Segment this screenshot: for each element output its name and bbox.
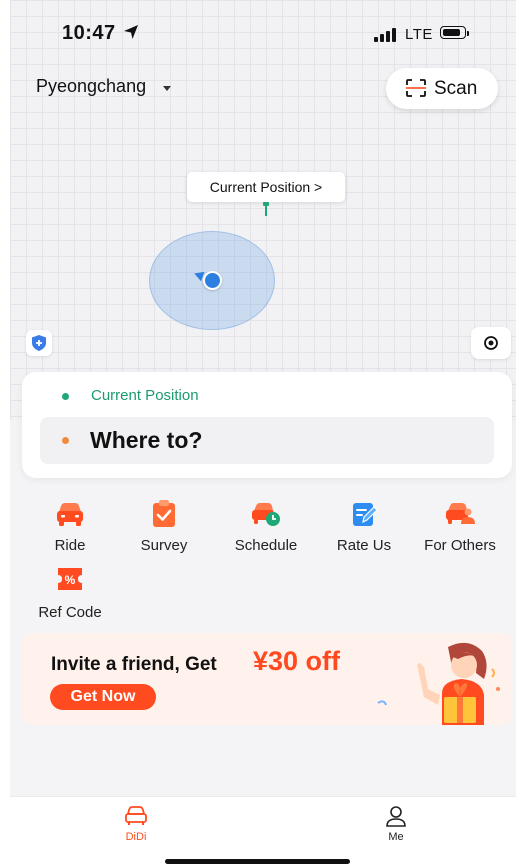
battery-icon bbox=[440, 26, 466, 39]
shield-icon bbox=[32, 335, 46, 351]
target-icon bbox=[484, 336, 498, 350]
service-label: Survey bbox=[140, 537, 188, 554]
service-label: Rate Us bbox=[336, 537, 392, 554]
service-label: Ref Code bbox=[38, 604, 102, 621]
woman-gift-illustration bbox=[377, 642, 500, 725]
service-schedule[interactable]: Schedule bbox=[218, 500, 314, 560]
scan-label: Scan bbox=[434, 78, 478, 99]
locate-me-button[interactable] bbox=[471, 327, 511, 359]
pickup-pin-icon bbox=[263, 202, 269, 216]
current-position-bubble[interactable]: Current Position > bbox=[187, 172, 345, 202]
car-clock-icon bbox=[252, 503, 280, 526]
destination-dot bbox=[62, 437, 69, 444]
status-time: 10:47 bbox=[62, 22, 116, 44]
car-icon bbox=[57, 503, 83, 526]
bottom-tab-bar: DiDi Me bbox=[10, 796, 516, 865]
service-label: Ride bbox=[54, 537, 86, 554]
service-for-others[interactable]: For Others bbox=[412, 500, 508, 560]
service-ride[interactable]: Ride bbox=[22, 500, 118, 560]
pencil-note-icon bbox=[353, 503, 378, 526]
network-type: LTE bbox=[405, 26, 433, 43]
car-icon bbox=[125, 806, 147, 825]
signal-icon bbox=[374, 26, 402, 42]
clipboard-check-icon bbox=[153, 500, 175, 527]
service-label: For Others bbox=[424, 537, 496, 554]
scan-button[interactable]: Scan bbox=[386, 68, 498, 109]
app-screen: 10:47 LTE Pyeongchang Scan Current Posit… bbox=[10, 0, 516, 865]
services-grid: Ride Survey Schedule Rate Us For Others … bbox=[10, 500, 516, 630]
user-location-dot bbox=[203, 271, 222, 290]
person-icon bbox=[386, 806, 406, 827]
tab-label: DiDi bbox=[125, 831, 147, 843]
city-selector[interactable]: Pyeongchang bbox=[36, 76, 146, 97]
status-bar: 10:47 LTE bbox=[10, 0, 516, 60]
get-now-button[interactable]: Get Now bbox=[50, 684, 156, 710]
service-label: Schedule bbox=[234, 537, 298, 554]
svg-text:%: % bbox=[65, 573, 76, 587]
service-survey[interactable]: Survey bbox=[116, 500, 212, 560]
service-rate-us[interactable]: Rate Us bbox=[316, 500, 412, 560]
destination-placeholder: Where to? bbox=[90, 427, 203, 453]
pickup-dot bbox=[62, 393, 69, 400]
banner-text: Invite a friend, Get bbox=[51, 654, 217, 675]
scan-icon bbox=[406, 79, 426, 97]
home-indicator bbox=[165, 859, 350, 864]
safety-button[interactable] bbox=[26, 330, 52, 356]
banner-amount: ¥30 off bbox=[253, 646, 341, 676]
invite-banner[interactable]: Invite a friend, Get ¥30 off Get Now bbox=[22, 633, 512, 725]
chevron-down-icon[interactable] bbox=[163, 86, 171, 91]
pickup-field[interactable]: Current Position bbox=[91, 387, 199, 404]
service-ref-code[interactable]: % Ref Code bbox=[22, 566, 118, 626]
location-arrow-icon bbox=[124, 25, 138, 39]
trip-card: Current Position Where to? bbox=[22, 372, 512, 478]
tab-label: Me bbox=[388, 831, 404, 843]
tab-didi[interactable]: DiDi bbox=[96, 805, 176, 845]
destination-input[interactable]: Where to? bbox=[40, 417, 494, 464]
car-person-icon bbox=[446, 503, 475, 524]
percent-ticket-icon: % bbox=[58, 568, 82, 590]
tab-me[interactable]: Me bbox=[356, 805, 436, 845]
battery-tip bbox=[467, 31, 469, 36]
